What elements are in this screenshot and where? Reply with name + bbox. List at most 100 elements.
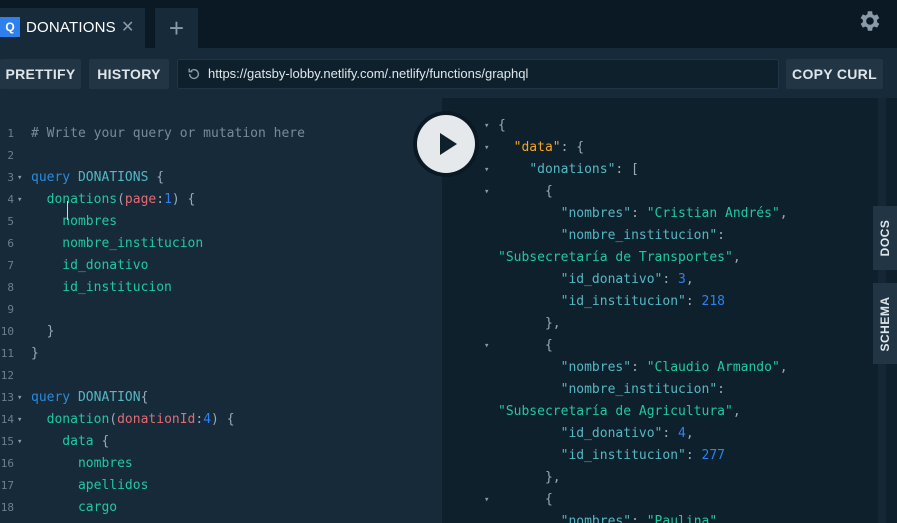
result-text: "id_institucion": 277 <box>498 445 725 467</box>
result-token: }, <box>498 316 561 331</box>
result-token: 218 <box>701 294 725 309</box>
line-number: 6 <box>7 237 14 250</box>
result-text: "donations": [ <box>498 159 639 181</box>
result-text: "Subsecretaría de Agricultura", <box>498 401 741 423</box>
result-text: "nombre_institucion": <box>498 379 725 401</box>
result-token: "Claudio Armando" <box>646 360 780 375</box>
copy-curl-button[interactable]: COPY CURL <box>786 59 883 89</box>
fold-arrow-icon[interactable]: ▾ <box>17 189 22 211</box>
line-number: 1 <box>7 127 14 140</box>
result-token: : <box>717 382 725 397</box>
code-token: data <box>31 434 94 449</box>
code-text: cargo <box>31 497 117 519</box>
code-token: ) { <box>211 412 235 427</box>
line-number: 15 <box>0 435 14 448</box>
code-token: } <box>31 346 39 361</box>
result-token: : <box>685 448 702 463</box>
result-text: "id_institucion": 218 <box>498 291 725 313</box>
endpoint-url-text: https://gatsby-lobby.netlify.com/.netlif… <box>208 66 529 81</box>
result-token <box>498 228 561 243</box>
code-token: query <box>31 170 78 185</box>
close-icon[interactable]: ✕ <box>121 17 134 37</box>
tab-title: DONATIONS <box>26 19 116 36</box>
code-text: # Write your query or mutation here <box>31 123 305 145</box>
execute-query-button[interactable] <box>413 111 479 177</box>
code-token: donations <box>31 192 118 207</box>
line-number: 3 <box>7 171 14 184</box>
code-token: { <box>140 390 149 405</box>
result-token: , <box>732 250 741 265</box>
code-token: 4 <box>203 412 212 427</box>
fold-arrow-icon[interactable]: ▾ <box>17 167 22 189</box>
result-token: { <box>498 492 553 507</box>
code-token: nombres <box>31 456 133 471</box>
result-token: "nombre_institucion" <box>560 382 718 397</box>
line-number: 9 <box>7 303 14 316</box>
reload-icon[interactable] <box>187 67 201 81</box>
docs-tab[interactable]: DOCS <box>873 206 897 270</box>
result-token: { <box>498 338 553 353</box>
history-button[interactable]: HISTORY <box>89 59 169 89</box>
result-token <box>498 448 561 463</box>
code-token: DONATIONS <box>77 170 149 185</box>
line-number: 16 <box>0 457 14 470</box>
fold-arrow-icon[interactable]: ▾ <box>17 387 22 409</box>
result-token: }, <box>498 470 561 485</box>
code-token: id_institucion <box>31 280 172 295</box>
code-text: apellidos <box>31 475 148 497</box>
code-token: { <box>148 170 165 185</box>
fold-arrow-icon[interactable]: ▾ <box>484 181 489 203</box>
result-text: "data": { <box>498 137 584 159</box>
result-token: , <box>779 206 788 221</box>
fold-arrow-icon[interactable]: ▾ <box>484 137 489 159</box>
line-number: 14 <box>0 413 14 426</box>
result-token <box>498 294 561 309</box>
result-token: "id_institucion" <box>560 294 686 309</box>
query-editor[interactable]: 1 # Write your query or mutation here 2 3 ▾ q… <box>0 98 442 523</box>
code-text: query DONATION{ <box>31 387 148 409</box>
result-text: }, <box>498 313 561 335</box>
prettify-button[interactable]: PRETTIFY <box>0 59 81 89</box>
fold-arrow-icon[interactable]: ▾ <box>17 409 22 431</box>
line-number: 2 <box>7 149 14 162</box>
result-token <box>498 206 561 221</box>
result-token <box>498 272 561 287</box>
fold-arrow-icon[interactable]: ▾ <box>484 159 489 181</box>
result-text: "id_donativo": 4, <box>498 423 694 445</box>
result-text: "nombres": "Paulina", <box>498 511 725 523</box>
result-token: "id_institucion" <box>560 448 686 463</box>
gear-icon[interactable] <box>856 8 882 34</box>
fold-arrow-icon[interactable]: ▾ <box>484 489 489 511</box>
code-token: apellidos <box>31 478 149 493</box>
result-token: 277 <box>701 448 725 463</box>
code-token: ( <box>117 192 125 207</box>
fold-arrow-icon[interactable]: ▾ <box>17 431 22 453</box>
result-token: , <box>685 426 694 441</box>
code-token: id_donativo <box>31 258 149 273</box>
result-token <box>498 360 561 375</box>
code-token: nombres <box>31 214 118 229</box>
line-number: 5 <box>7 215 14 228</box>
code-text: donation(donationId:4) { <box>31 409 235 431</box>
add-tab-button[interactable]: + <box>155 8 198 48</box>
result-token <box>498 426 561 441</box>
fold-arrow-icon[interactable]: ▾ <box>484 115 489 137</box>
result-token: , <box>779 360 788 375</box>
line-number: 8 <box>7 281 14 294</box>
endpoint-url-input[interactable]: https://gatsby-lobby.netlify.com/.netlif… <box>177 59 779 89</box>
result-text: { <box>498 335 553 357</box>
result-token: : <box>717 228 725 243</box>
result-token <box>498 382 561 397</box>
code-text: nombre_institucion <box>31 233 203 255</box>
line-number: 4 <box>7 193 14 206</box>
result-token: "Subsecretaría de Transportes" <box>498 250 733 265</box>
result-token: { <box>498 118 506 133</box>
code-token: donationId <box>117 412 196 427</box>
result-viewer[interactable]: ▾ { ▾ "data": { ▾ "donations": [ ▾ { "nombre… <box>442 98 897 523</box>
line-number: 7 <box>7 259 14 272</box>
line-number: 18 <box>0 501 14 514</box>
result-token: "id_donativo" <box>560 426 663 441</box>
schema-tab[interactable]: SCHEMA <box>873 283 897 364</box>
tab-donations[interactable]: Q DONATIONS ✕ <box>0 8 145 48</box>
fold-arrow-icon[interactable]: ▾ <box>484 335 489 357</box>
